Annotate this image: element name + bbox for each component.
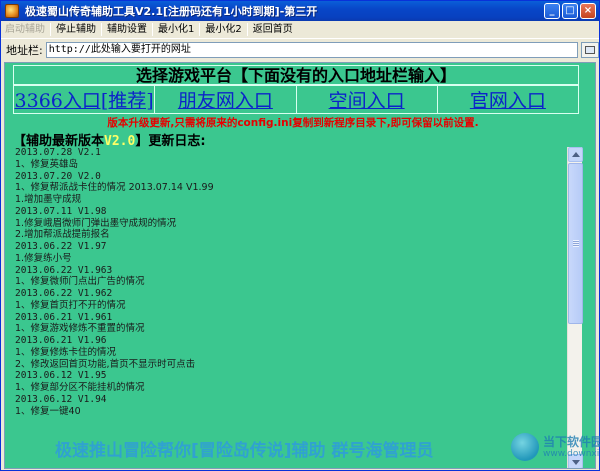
changelog-entry: 1、修复首页打不开的情况: [15, 299, 126, 311]
address-bar: 地址栏: http://此处输入要打开的网址: [1, 40, 599, 60]
menu-home[interactable]: 返回首页: [249, 22, 297, 38]
changelog-entry: 2.增加帮派战提前报名: [15, 229, 110, 241]
vertical-scrollbar[interactable]: [567, 147, 583, 468]
address-input[interactable]: http://此处输入要打开的网址: [45, 42, 579, 58]
link-3366[interactable]: 3366入口[推荐]: [15, 86, 154, 113]
watermark-url: www.downxia.com: [543, 449, 600, 459]
upgrade-notice: 版本升级更新,只需将原来的config.ini复制到新程序目录下,即可保留以前设…: [107, 117, 479, 129]
menu-minimize-1[interactable]: 最小化1: [154, 22, 198, 38]
menu-minimize-2[interactable]: 最小化2: [201, 22, 245, 38]
scroll-thumb[interactable]: [568, 163, 583, 324]
changelog-version-line: 2013.06.22 V1.962: [15, 288, 113, 299]
platform-header: 选择游戏平台【下面没有的入口地址栏输入】: [13, 65, 579, 85]
close-button[interactable]: ×: [580, 3, 596, 19]
changelog-version-line: 2013.07.28 V2.1: [15, 147, 101, 158]
changelog-version-line: 2013.06.22 V1.97: [15, 241, 107, 252]
changelog-entry: 1、修复游戏修炼不重置的情况: [15, 323, 145, 335]
app-window: 极速蜀山传奇辅助工具V2.1[注册码还有1小时到期]-第三开 _ □ × 启动辅…: [0, 0, 600, 471]
link-cell: 官网入口: [438, 86, 578, 113]
menu-separator: [152, 23, 153, 36]
changelog: 2013.07.28 V2.1 1、修复英雄岛 2013.07.20 V2.0 1、修…: [15, 147, 560, 417]
menu-separator: [50, 23, 51, 36]
menu-separator: [246, 23, 248, 36]
menu-separator: [101, 23, 102, 36]
changelog-entry: 1、修复帮派战卡住的情况 2013.07.14 V1.99: [15, 182, 214, 194]
menu-bar: 启动辅助 停止辅助 辅助设置 最小化1 最小化2 返回首页: [1, 21, 599, 39]
changelog-entry: 1.增加墨守成规: [15, 194, 82, 205]
changelog-entry: 1.修复练小号: [15, 252, 72, 264]
link-official[interactable]: 官网入口: [470, 86, 546, 113]
watermark-logo-icon: [511, 433, 539, 461]
window-title: 极速蜀山传奇辅助工具V2.1[注册码还有1小时到期]-第三开: [25, 5, 318, 18]
watermark-name: 当下软件园: [543, 435, 600, 449]
changelog-version-line: 2013.06.21 V1.961: [15, 311, 113, 323]
link-cell: 空间入口: [297, 86, 438, 113]
changelog-entry: 1.修复峨眉微师门弹出墨守成规的情况: [15, 217, 177, 229]
link-cell: 朋友网入口: [155, 86, 297, 113]
link-pengyou[interactable]: 朋友网入口: [178, 86, 273, 113]
changelog-version-line: 2013.07.11 V1.98: [15, 205, 107, 217]
address-label: 地址栏:: [6, 44, 43, 57]
menu-settings[interactable]: 辅助设置: [103, 22, 151, 38]
menu-stop-assist[interactable]: 停止辅助: [52, 22, 100, 38]
go-icon: [585, 46, 596, 54]
changelog-entry: 1、修复英雄岛: [15, 158, 79, 170]
title-bar[interactable]: 极速蜀山传奇辅助工具V2.1[注册码还有1小时到期]-第三开 _ □ ×: [1, 1, 599, 21]
app-icon: [5, 4, 19, 18]
platform-links: 3366入口[推荐] 朋友网入口 空间入口 官网入口: [13, 85, 579, 114]
changelog-version-line: 2013.07.20 V2.0: [15, 170, 101, 182]
watermark: 当下软件园 www.downxia.com: [509, 429, 600, 469]
window-controls: _ □ ×: [544, 3, 596, 19]
changelog-entry: 2、修改返回首页功能,首页不显示时可点击: [15, 358, 196, 370]
minimize-button[interactable]: _: [544, 3, 560, 19]
changelog-version-line: 2013.06.21 V1.96: [15, 335, 107, 346]
link-qzone[interactable]: 空间入口: [329, 86, 405, 113]
link-cell: 3366入口[推荐]: [14, 86, 156, 113]
changelog-version-line: 2013.06.22 V1.963: [15, 264, 113, 276]
changelog-entry: 1、修复微师门点出广告的情况: [15, 276, 145, 288]
changelog-version-line: 2013.06.12 V1.95: [15, 370, 107, 382]
changelog-entry: 1、修复修炼卡住的情况: [15, 346, 117, 358]
scroll-up-icon[interactable]: [568, 147, 583, 162]
changelog-entry: 1、修复一键40: [15, 405, 81, 417]
web-content: 选择游戏平台【下面没有的入口地址栏输入】 3366入口[推荐] 朋友网入口 空间…: [4, 62, 596, 469]
footer-banner: 极速推山冒险帮你[冒险岛传说]辅助 群号海管理员: [55, 441, 434, 461]
go-button[interactable]: [581, 42, 599, 58]
menu-start-assist[interactable]: 启动辅助: [1, 22, 49, 38]
maximize-button[interactable]: □: [562, 3, 578, 19]
changelog-version-line: 2013.06.12 V1.94: [15, 393, 107, 405]
menu-separator: [199, 23, 201, 36]
changelog-entry: 1、修复部分区不能挂机的情况: [15, 382, 145, 393]
